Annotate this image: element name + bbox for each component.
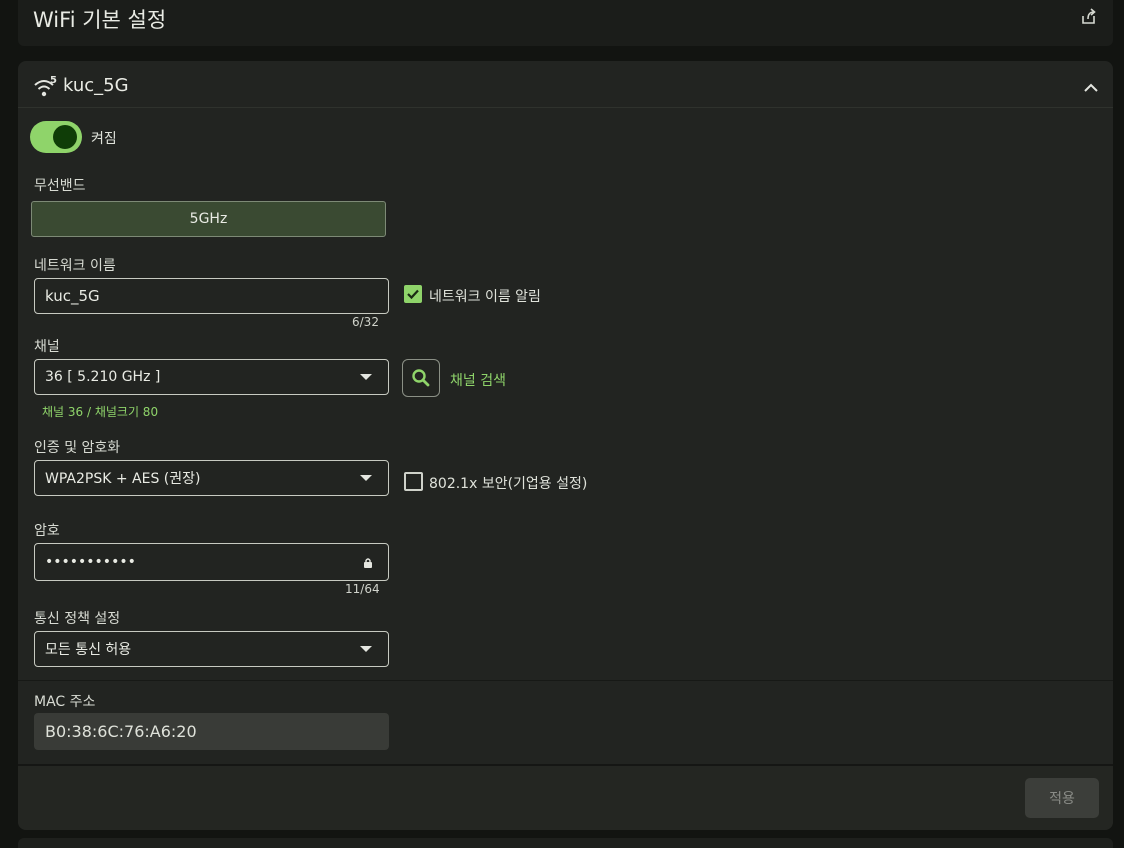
network-name-counter: 6/32 [352, 315, 379, 329]
enterprise-security-checkbox[interactable] [404, 472, 423, 491]
broadcast-name-checkbox[interactable] [404, 285, 422, 303]
card-footer [18, 766, 1113, 830]
check-icon [407, 289, 419, 300]
lock-icon [364, 558, 372, 568]
search-icon [412, 369, 430, 387]
channel-info: 채널 36 / 채널크기 80 [42, 405, 159, 419]
toggle-knob [53, 125, 77, 149]
share-icon[interactable] [1079, 7, 1099, 27]
policy-label: 통신 정책 설정 [34, 611, 121, 627]
auth-select[interactable]: WPA2PSK + AES (권장) [34, 460, 389, 496]
password-value: ••••••••••• [45, 554, 136, 570]
password-input[interactable]: ••••••••••• [34, 543, 389, 581]
card-header-divider [18, 107, 1113, 108]
mac-address-field: B0:38:6C:76:A6:20 [34, 713, 389, 750]
channel-select[interactable]: 36 [ 5.210 GHz ] [34, 359, 389, 395]
auth-value: WPA2PSK + AES (권장) [45, 471, 201, 487]
channel-search-link[interactable]: 채널 검색 [450, 370, 506, 390]
network-name-label: 네트워크 이름 [34, 258, 116, 274]
toggle-label: 켜짐 [91, 131, 117, 147]
dropdown-caret-icon [360, 475, 372, 481]
channel-value: 36 [ 5.210 GHz ] [45, 369, 161, 385]
chevron-up-icon[interactable] [1082, 79, 1100, 97]
dropdown-caret-icon [360, 646, 372, 652]
policy-select[interactable]: 모든 통신 허용 [34, 631, 389, 667]
header-card [18, 0, 1113, 46]
mac-label: MAC 주소 [34, 694, 96, 710]
network-name-value: kuc_5G [45, 287, 100, 305]
network-name-input[interactable]: kuc_5G [34, 278, 389, 314]
apply-button[interactable]: 적용 [1025, 778, 1099, 818]
network-ssid-title: kuc_5G [63, 75, 129, 96]
policy-value: 모든 통신 허용 [45, 642, 132, 658]
auth-label: 인증 및 암호화 [34, 440, 121, 456]
wifi-enable-toggle[interactable] [30, 121, 82, 153]
enterprise-security-label: 802.1x 보안(기업용 설정) [429, 476, 588, 492]
wifi-badge: 5 [50, 75, 57, 86]
band-label: 무선밴드 [34, 178, 86, 194]
broadcast-name-label: 네트워크 이름 알림 [429, 289, 541, 305]
password-counter: 11/64 [345, 582, 380, 596]
dropdown-caret-icon [360, 374, 372, 380]
next-card-edge [18, 838, 1113, 848]
mac-value: B0:38:6C:76:A6:20 [45, 722, 197, 741]
section-divider [18, 680, 1113, 681]
wifi-5ghz-icon: 5 [33, 75, 61, 101]
band-5ghz-button[interactable]: 5GHz [31, 201, 386, 237]
page-title: WiFi 기본 설정 [33, 8, 167, 32]
channel-label: 채널 [34, 339, 60, 355]
channel-search-button[interactable] [402, 359, 440, 397]
password-label: 암호 [34, 523, 60, 539]
